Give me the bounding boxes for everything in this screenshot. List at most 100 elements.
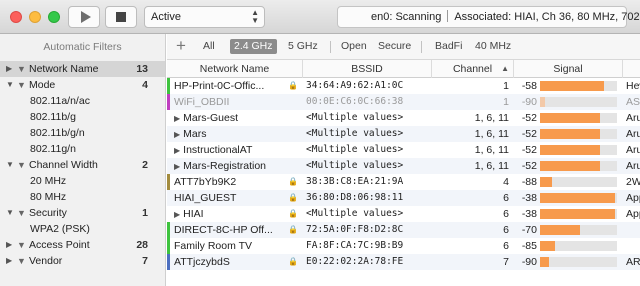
network-name: Mars-Registration: [183, 160, 267, 172]
signal-strength-bar: [540, 97, 617, 107]
sort-ascending-icon: ▲: [501, 64, 509, 73]
minimize-window-button[interactable]: [29, 11, 41, 23]
filter-badfi[interactable]: BadFi: [431, 39, 466, 54]
sidebar-group[interactable]: ▼ ▼ Channel Width 2: [0, 157, 165, 173]
signal-strength-bar: [540, 129, 617, 139]
disclosure-open-icon[interactable]: ▼: [6, 205, 14, 221]
sidebar-item-label: WPA2 (PSK): [30, 223, 90, 235]
filter-secure[interactable]: Secure: [374, 39, 415, 54]
bssid-cell: <Multiple values>: [306, 112, 404, 123]
signal-value: -38: [521, 208, 537, 220]
column-header-network-name[interactable]: Network Name: [167, 60, 302, 78]
scan-mode-select[interactable]: Active ▲ ▼: [144, 6, 265, 28]
vendor-cell: [626, 238, 640, 254]
sidebar-subitem[interactable]: 802.11b/g: [0, 109, 165, 125]
network-name: HIAI: [183, 208, 204, 220]
sidebar-item-label: Network Name: [29, 63, 99, 75]
sidebar-subitem[interactable]: 802.11g/n: [0, 141, 165, 157]
table-row[interactable]: ▶ Mars-Guest <Multiple values> 1, 6, 11 -52 A…: [167, 110, 640, 126]
sidebar-item-count: 28: [136, 239, 148, 251]
close-window-button[interactable]: [10, 11, 22, 23]
network-name: Mars-Guest: [183, 112, 238, 124]
filter-5-ghz[interactable]: 5 GHz: [284, 39, 322, 54]
channel-cell: 1: [503, 96, 509, 108]
sidebar-group[interactable]: ▼ ▼ Security 1: [0, 205, 165, 221]
table-row[interactable]: HIAI_GUEST 🔒 36:80:D8:06:98:11 6 -38 App: [167, 190, 640, 206]
bssid-cell: <Multiple values>: [306, 128, 404, 139]
lock-icon: 🔒: [288, 225, 298, 234]
table-row[interactable]: ▶HIAI🔒<Multiple values>6-38App: [167, 206, 640, 222]
zoom-window-button[interactable]: [48, 11, 60, 23]
disclosure-open-icon[interactable]: ▼: [6, 157, 14, 173]
lock-icon: 🔒: [288, 257, 298, 266]
table-row[interactable]: WiFi_OBDII 00:0E:C6:0C:66:38 1 -90 ASI: [167, 94, 640, 110]
table-row[interactable]: Family Room TV FA:8F:CA:7C:9B:B9 6 -85: [167, 238, 640, 254]
filter-2-4-ghz[interactable]: 2.4 GHz: [230, 39, 277, 54]
sidebar-group[interactable]: ▶ ▼ Access Point 28: [0, 237, 165, 253]
column-header-signal[interactable]: Signal: [513, 60, 622, 78]
expand-row-icon[interactable]: ▶: [174, 207, 180, 222]
sidebar-group[interactable]: ▼ ▼ Mode 4: [0, 77, 165, 93]
sidebar-subitem[interactable]: WPA2 (PSK): [0, 221, 165, 237]
network-color-stripe: [167, 238, 170, 254]
filter-funnel-icon: ▼: [17, 256, 26, 266]
sidebar-item-count: 4: [142, 79, 148, 91]
vendor-cell: Hew: [626, 80, 640, 92]
filter-funnel-icon: ▼: [17, 208, 26, 218]
table-row[interactable]: ATT7bYb9K2 🔒 38:3B:C8:EA:21:9A 4 -88 2W: [167, 174, 640, 190]
stop-scan-button[interactable]: [105, 6, 137, 28]
table-row[interactable]: DIRECT-8C-HP Off... 🔒 72:5A:0F:F8:D2:8C 6 -7…: [167, 222, 640, 238]
disclosure-closed-icon[interactable]: ▶: [6, 253, 12, 269]
channel-cell: 6: [503, 192, 509, 204]
signal-strength-fill: [540, 97, 546, 107]
expand-row-icon[interactable]: ▶: [174, 127, 180, 142]
start-scan-button[interactable]: [68, 6, 100, 28]
table-row[interactable]: ATTjczybdS 🔒 E0:22:02:2A:78:FE 7 -90 ARI: [167, 254, 640, 270]
signal-value: -52: [521, 144, 537, 156]
bssid-cell: <Multiple values>: [306, 208, 404, 219]
column-header-vendor[interactable]: [622, 60, 640, 78]
channel-cell: 6: [503, 208, 509, 220]
filter-40-mhz[interactable]: 40 MHz: [471, 39, 515, 54]
lock-icon: 🔒: [288, 193, 298, 202]
expand-row-icon[interactable]: ▶: [174, 159, 180, 174]
disclosure-open-icon[interactable]: ▼: [6, 77, 14, 93]
app-window: Active ▲ ▼ en0: Scanning Associated: HIAI,…: [0, 0, 640, 286]
sidebar-subitem[interactable]: 802.11b/g/n: [0, 125, 165, 141]
add-filter-icon[interactable]: +: [176, 36, 186, 56]
sidebar-group[interactable]: ▶ ▼ Network Name 13: [0, 61, 165, 77]
signal-value: -58: [521, 80, 537, 92]
sidebar-subitem[interactable]: 80 MHz: [0, 189, 165, 205]
disclosure-closed-icon[interactable]: ▶: [6, 237, 12, 253]
filter-open[interactable]: Open: [337, 39, 371, 54]
select-arrows-icon: ▲ ▼: [251, 8, 259, 25]
table-row[interactable]: ▶ Mars <Multiple values> 1, 6, 11 -52 Aru: [167, 126, 640, 142]
toolbar: Active ▲ ▼ en0: Scanning Associated: HIAI,…: [0, 0, 640, 34]
channel-cell: 1: [503, 80, 509, 92]
signal-strength-bar: [540, 145, 617, 155]
expand-row-icon[interactable]: ▶: [174, 111, 180, 126]
signal-value: -52: [521, 160, 537, 172]
signal-strength-bar: [540, 113, 617, 123]
signal-strength-fill: [540, 145, 601, 155]
sidebar-item-count: 13: [136, 63, 148, 75]
scan-mode-value: Active: [151, 11, 181, 23]
channel-cell: 6: [503, 240, 509, 252]
table-row[interactable]: HP-Print-0C-Offic... 🔒 34:64:A9:62:A1:0C 1-…: [167, 78, 640, 94]
sidebar-group[interactable]: ▶ ▼ Vendor 7: [0, 253, 165, 269]
network-name: InstructionalAT: [183, 144, 253, 156]
sidebar-subitem[interactable]: 20 MHz: [0, 173, 165, 189]
table-row[interactable]: ▶ Mars-Registration <Multiple values> 1, 6,…: [167, 158, 640, 174]
signal-value: -70: [521, 224, 537, 236]
column-header-channel[interactable]: Channel ▲: [431, 60, 513, 78]
disclosure-closed-icon[interactable]: ▶: [6, 61, 12, 77]
column-header-bssid[interactable]: BSSID: [302, 60, 431, 78]
table-row[interactable]: ▶ InstructionalAT <Multiple values> 1, 6, 1…: [167, 142, 640, 158]
band-filter-bar: + All 2.4 GHz 5 GHz Open Secure BadFi 40 MHz: [167, 34, 640, 60]
sidebar-subitem[interactable]: 802.11a/n/ac: [0, 93, 165, 109]
vendor-cell: Aru: [626, 160, 640, 172]
expand-row-icon[interactable]: ▶: [174, 143, 180, 158]
networks-table: HP-Print-0C-Offic... 🔒 34:64:A9:62:A1:0C 1-…: [167, 78, 640, 286]
network-name-cell: Family Room TV: [174, 238, 286, 254]
filter-all[interactable]: All: [199, 39, 219, 54]
